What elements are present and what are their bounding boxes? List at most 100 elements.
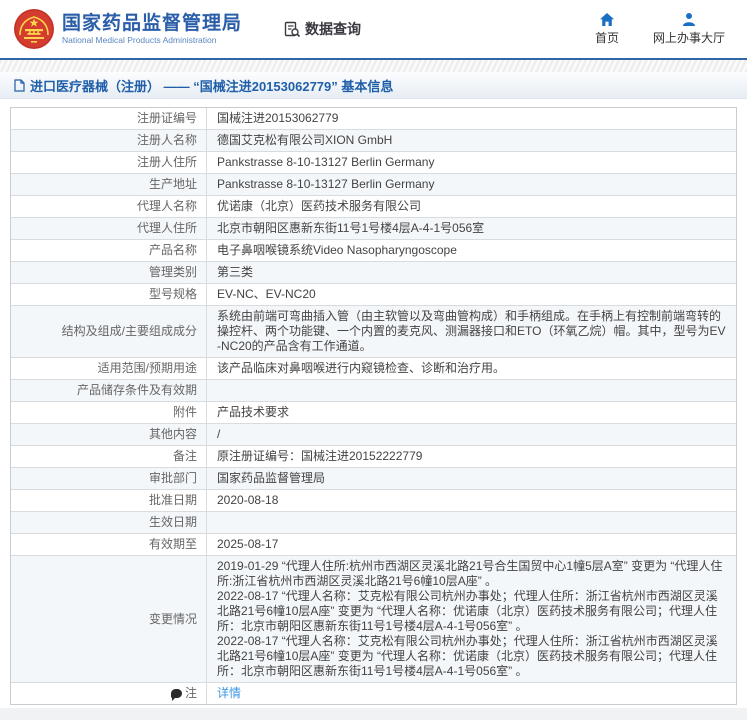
row-value: 国械注进20153062779: [207, 108, 736, 129]
row-label: 备注: [11, 446, 207, 467]
page-bottom-strip: [0, 708, 747, 720]
row-label: 管理类别: [11, 262, 207, 283]
document-icon: [14, 79, 25, 92]
hatch-strip: [0, 60, 747, 72]
row-value-text: 系统由前端可弯曲插入管（由主软管以及弯曲管构成）和手柄组成。在手柄上有控制前端弯…: [217, 309, 726, 354]
row-value: 电子鼻咽喉镜系统Video Nasopharyngoscope: [207, 240, 736, 261]
row-label: 注: [11, 683, 207, 704]
row-label: 代理人住所: [11, 218, 207, 239]
row-label-text: 变更情况: [149, 612, 197, 627]
row-label-text: 产品储存条件及有效期: [77, 383, 197, 398]
row-value: EV-NC、EV-NC20: [207, 284, 736, 305]
home-icon: [599, 12, 615, 27]
row-label: 批准日期: [11, 490, 207, 511]
row-label-text: 适用范围/预期用途: [98, 361, 197, 376]
row-value: Pankstrasse 8-10-13127 Berlin Germany: [207, 174, 736, 195]
row-label-text: 管理类别: [149, 265, 197, 280]
row-label-text: 生效日期: [149, 515, 197, 530]
table-row: 附件 产品技术要求: [11, 402, 736, 424]
row-value: 北京市朝阳区惠新东街11号1号楼4层A-4-1号056室: [207, 218, 736, 239]
row-value: 详情: [207, 683, 736, 704]
table-row: 代理人名称 优诺康（北京）医药技术服务有限公司: [11, 196, 736, 218]
site-logo[interactable]: 国家药品监督管理局 National Medical Products Admi…: [14, 9, 242, 49]
row-value-text: 德国艾克松有限公司XION GmbH: [217, 133, 392, 148]
row-value-text: 2020-08-18: [217, 493, 278, 508]
table-row: 其他内容 /: [11, 424, 736, 446]
row-label-text: 结构及组成/主要组成成分: [62, 324, 197, 339]
table-row: 备注原注册证编号：国械注进20152222779: [11, 446, 736, 468]
row-label: 产品名称: [11, 240, 207, 261]
org-name-en: National Medical Products Administration: [62, 35, 242, 46]
row-label: 生产地址: [11, 174, 207, 195]
row-label: 注册人名称: [11, 130, 207, 151]
row-label-text: 型号规格: [149, 287, 197, 302]
breadcrumb: 进口医疗器械（注册） —— “国械注进20153062779” 基本信息: [0, 72, 747, 99]
nav-item-service-hall[interactable]: 网上办事大厅: [653, 12, 725, 46]
row-value-text: /: [217, 427, 220, 442]
row-label-text: 备注: [173, 449, 197, 464]
row-value: 2019-01-29 “代理人住所:杭州市西湖区灵溪北路21号合生国贸中心1幢5…: [207, 556, 736, 682]
table-row: 变更情况 2019-01-29 “代理人住所:杭州市西湖区灵溪北路21号合生国贸中…: [11, 556, 736, 683]
org-name-zh: 国家药品监督管理局: [62, 13, 242, 35]
note-icon: [171, 689, 182, 698]
row-label-text: 注册人住所: [137, 155, 197, 170]
row-value: 第三类: [207, 262, 736, 283]
basic-info-table: 注册证编号 国械注进20153062779 注册人名称德国艾克松有限公司XION G…: [10, 107, 737, 705]
row-label-text: 代理人名称: [137, 199, 197, 214]
row-label-text: 其他内容: [149, 427, 197, 442]
row-label: 注册证编号: [11, 108, 207, 129]
nav-item-label: 首页: [595, 29, 619, 46]
row-value: 优诺康（北京）医药技术服务有限公司: [207, 196, 736, 217]
data-query-icon: [284, 21, 301, 38]
row-value-text: 2019-01-29 “代理人住所:杭州市西湖区灵溪北路21号合生国贸中心1幢5…: [217, 559, 726, 679]
row-label-text: 有效期至: [149, 537, 197, 552]
row-label-text: 注册证编号: [137, 111, 197, 126]
table-row: 注册证编号 国械注进20153062779: [11, 108, 736, 130]
row-label: 审批部门: [11, 468, 207, 489]
row-label-text: 审批部门: [149, 471, 197, 486]
table-row: 产品储存条件及有效期: [11, 380, 736, 402]
row-value: 原注册证编号：国械注进20152222779: [207, 446, 736, 467]
row-value-text: Pankstrasse 8-10-13127 Berlin Germany: [217, 177, 434, 192]
data-query-text: 数据查询: [305, 19, 361, 39]
table-row: 型号规格 EV-NC、EV-NC20: [11, 284, 736, 306]
info-table-body: 注册证编号 国械注进20153062779 注册人名称德国艾克松有限公司XION G…: [11, 108, 736, 704]
table-row: 管理类别第三类: [11, 262, 736, 284]
row-value-text: 电子鼻咽喉镜系统Video Nasopharyngoscope: [217, 243, 457, 258]
table-row: 注 详情: [11, 683, 736, 704]
row-value: Pankstrasse 8-10-13127 Berlin Germany: [207, 152, 736, 173]
table-row: 适用范围/预期用途该产品临床对鼻咽喉进行内窥镜检查、诊断和治疗用。: [11, 358, 736, 380]
row-value-text: 产品技术要求: [217, 405, 289, 420]
detail-link[interactable]: 详情: [217, 686, 241, 701]
row-label: 变更情况: [11, 556, 207, 682]
table-row: 审批部门国家药品监督管理局: [11, 468, 736, 490]
national-emblem-icon: [14, 9, 54, 49]
row-value-text: 优诺康（北京）医药技术服务有限公司: [217, 199, 421, 214]
table-row: 注册人名称德国艾克松有限公司XION GmbH: [11, 130, 736, 152]
row-value: 该产品临床对鼻咽喉进行内窥镜检查、诊断和治疗用。: [207, 358, 736, 379]
row-label: 型号规格: [11, 284, 207, 305]
row-label: 结构及组成/主要组成成分: [11, 306, 207, 357]
row-label-text: 生产地址: [149, 177, 197, 192]
top-nav: 首页 网上办事大厅: [595, 12, 733, 46]
row-label-text: 附件: [173, 405, 197, 420]
table-row: 生效日期: [11, 512, 736, 534]
table-row: 批准日期 2020-08-18: [11, 490, 736, 512]
breadcrumb-text: 进口医疗器械（注册） —— “国械注进20153062779” 基本信息: [30, 76, 393, 95]
row-value: 德国艾克松有限公司XION GmbH: [207, 130, 736, 151]
row-label: 产品储存条件及有效期: [11, 380, 207, 401]
row-label: 附件: [11, 402, 207, 423]
row-value: 产品技术要求: [207, 402, 736, 423]
row-label-text: 注: [185, 686, 197, 701]
row-value-text: 国械注进20153062779: [217, 111, 338, 126]
user-icon: [681, 12, 697, 27]
nav-item-home[interactable]: 首页: [595, 12, 619, 46]
row-value: /: [207, 424, 736, 445]
nav-item-label: 网上办事大厅: [653, 29, 725, 46]
row-label-text: 产品名称: [149, 243, 197, 258]
table-row: 有效期至2025-08-17: [11, 534, 736, 556]
site-header: 国家药品监督管理局 National Medical Products Admi…: [0, 0, 747, 58]
table-row: 结构及组成/主要组成成分 系统由前端可弯曲插入管（由主软管以及弯曲管构成）和手柄组…: [11, 306, 736, 358]
table-row: 代理人住所北京市朝阳区惠新东街11号1号楼4层A-4-1号056室: [11, 218, 736, 240]
row-label: 适用范围/预期用途: [11, 358, 207, 379]
